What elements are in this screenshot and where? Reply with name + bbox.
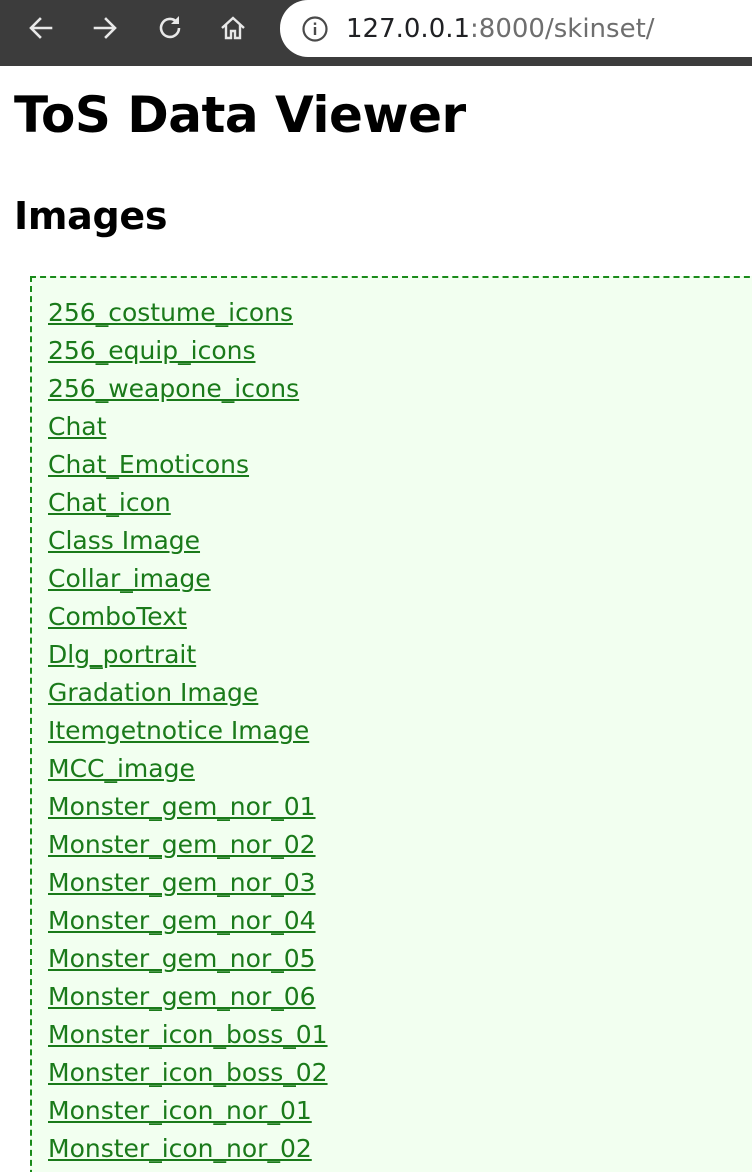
list-item: Gradation Image: [48, 674, 328, 712]
image-set-link[interactable]: Itemgetnotice Image: [48, 716, 309, 745]
list-item: 256_costume_icons: [48, 294, 328, 332]
list-item: Collar_image: [48, 560, 328, 598]
image-set-link[interactable]: Monster_gem_nor_02: [48, 830, 316, 859]
list-item: 256_equip_icons: [48, 332, 328, 370]
reload-icon: [159, 16, 181, 39]
toolbar-divider: [0, 57, 752, 66]
list-item: Monster_icon_boss_01: [48, 1016, 328, 1054]
list-item: Chat_icon: [48, 484, 328, 522]
list-item: Itemgetnotice Image: [48, 712, 328, 750]
image-set-link[interactable]: 256_costume_icons: [48, 298, 293, 327]
url-path: :8000/skinset/: [470, 13, 655, 44]
image-set-link[interactable]: Monster_gem_nor_03: [48, 868, 316, 897]
list-item: Chat: [48, 408, 328, 446]
image-set-link[interactable]: ComboText: [48, 602, 187, 631]
list-item: Monster_gem_nor_04: [48, 902, 328, 940]
back-arrow-icon: [29, 17, 53, 39]
list-item: ComboText: [48, 598, 328, 636]
image-set-link[interactable]: 256_equip_icons: [48, 336, 255, 365]
reload-button[interactable]: [150, 8, 190, 48]
back-button[interactable]: [21, 8, 61, 48]
image-set-link[interactable]: Monster_gem_nor_01: [48, 792, 316, 821]
page-content: ToS Data Viewer Images 256_costume_icons…: [0, 66, 752, 1172]
url-host: 127.0.0.1: [346, 13, 471, 44]
info-icon[interactable]: [300, 14, 330, 44]
list-item: Class Image: [48, 522, 328, 560]
image-set-link[interactable]: MCC_image: [48, 754, 195, 783]
image-link-list: 256_costume_icons 256_equip_icons 256_weap…: [48, 294, 328, 1168]
forward-button[interactable]: [85, 8, 125, 48]
image-set-link[interactable]: Monster_gem_nor_05: [48, 944, 316, 973]
list-item: Monster_gem_nor_02: [48, 826, 328, 864]
image-set-link[interactable]: Monster_icon_nor_01: [48, 1096, 312, 1125]
list-item: Monster_gem_nor_03: [48, 864, 328, 902]
image-set-link[interactable]: Dlg_portrait: [48, 640, 196, 669]
list-item: Monster_icon_boss_02: [48, 1054, 328, 1092]
image-set-link[interactable]: Monster_icon_boss_02: [48, 1058, 328, 1087]
image-set-link[interactable]: Gradation Image: [48, 678, 258, 707]
image-set-link[interactable]: Monster_icon_nor_02: [48, 1134, 312, 1163]
image-set-link[interactable]: Chat: [48, 412, 106, 441]
url-text[interactable]: 127.0.0.1:8000/skinset/: [346, 14, 655, 44]
image-set-link[interactable]: Monster_icon_boss_01: [48, 1020, 328, 1049]
browser-toolbar: 127.0.0.1:8000/skinset/: [0, 0, 752, 57]
forward-arrow-icon: [93, 17, 117, 39]
list-item: Chat_Emoticons: [48, 446, 328, 484]
home-button[interactable]: [213, 8, 253, 48]
list-item: Monster_icon_nor_01: [48, 1092, 328, 1130]
list-item: Monster_gem_nor_06: [48, 978, 328, 1016]
image-set-link[interactable]: Monster_gem_nor_04: [48, 906, 316, 935]
image-set-link[interactable]: Collar_image: [48, 564, 211, 593]
list-item: Monster_gem_nor_05: [48, 940, 328, 978]
image-set-link[interactable]: 256_weapone_icons: [48, 374, 299, 403]
image-set-link[interactable]: Monster_gem_nor_06: [48, 982, 316, 1011]
image-list-box: 256_costume_icons 256_equip_icons 256_weap…: [30, 276, 752, 1172]
list-item: Monster_icon_nor_02: [48, 1130, 328, 1168]
address-bar[interactable]: 127.0.0.1:8000/skinset/: [280, 0, 752, 57]
page-title: ToS Data Viewer: [14, 86, 466, 144]
image-set-link[interactable]: Class Image: [48, 526, 200, 555]
image-set-link[interactable]: Chat_icon: [48, 488, 171, 517]
image-set-link[interactable]: Chat_Emoticons: [48, 450, 249, 479]
list-item: Monster_gem_nor_01: [48, 788, 328, 826]
list-item: Dlg_portrait: [48, 636, 328, 674]
section-title: Images: [14, 194, 168, 238]
list-item: 256_weapone_icons: [48, 370, 328, 408]
home-icon: [221, 16, 245, 40]
list-item: MCC_image: [48, 750, 328, 788]
